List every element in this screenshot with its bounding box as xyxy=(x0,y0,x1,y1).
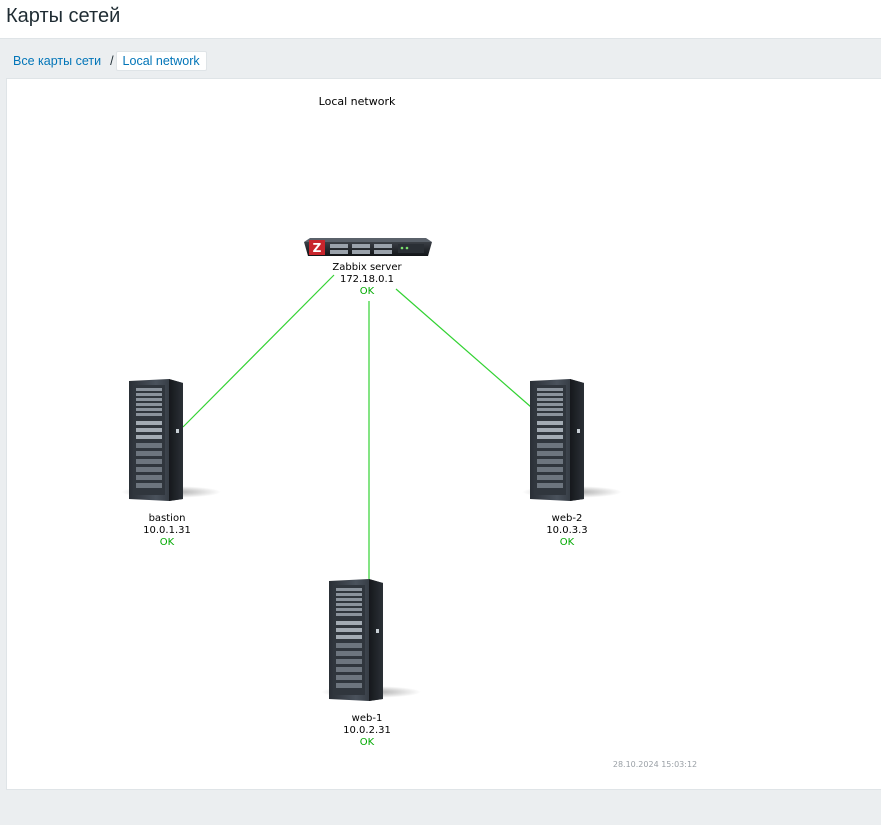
host-status: OK xyxy=(160,537,175,548)
host-ip: 172.18.0.1 xyxy=(340,274,394,285)
map-links xyxy=(182,274,532,579)
page-header: Карты сетей xyxy=(0,0,881,39)
host-name: web-1 xyxy=(352,713,383,724)
tower-server-icon xyxy=(121,379,221,501)
map-timestamp: 28.10.2024 15:03:12 xyxy=(613,760,697,769)
breadcrumb-all-maps-link[interactable]: Все карты сети xyxy=(6,51,108,71)
host-web-1[interactable]: web-1 10.0.2.31 OK xyxy=(321,579,421,748)
breadcrumb: Все карты сети / Local network xyxy=(6,50,207,71)
host-name: bastion xyxy=(149,513,186,524)
link-zabbix-web2[interactable] xyxy=(395,288,532,408)
host-ip: 10.0.1.31 xyxy=(143,525,191,536)
map-canvas: Local network Z Zabbix server 172.18.0.1… xyxy=(121,95,697,769)
tower-server-icon xyxy=(321,579,421,701)
host-name: web-2 xyxy=(552,513,583,524)
rack-server-icon: Z xyxy=(304,238,432,256)
host-status: OK xyxy=(360,737,375,748)
network-map: Local network Z Zabbix server 172.18.0.1… xyxy=(6,78,881,790)
breadcrumb-separator: / xyxy=(110,53,114,68)
tower-server-icon xyxy=(522,379,622,501)
host-status: OK xyxy=(360,286,375,297)
link-zabbix-bastion[interactable] xyxy=(182,274,335,428)
host-web-2[interactable]: web-2 10.0.3.3 OK xyxy=(522,379,622,548)
host-name: Zabbix server xyxy=(332,262,402,273)
breadcrumb-current-map[interactable]: Local network xyxy=(115,50,207,71)
svg-text:Z: Z xyxy=(313,241,322,255)
map-title: Local network xyxy=(319,95,396,108)
host-ip: 10.0.3.3 xyxy=(546,525,587,536)
page-title: Карты сетей xyxy=(6,5,121,27)
host-status: OK xyxy=(560,537,575,548)
host-ip: 10.0.2.31 xyxy=(343,725,391,736)
host-zabbix-server[interactable]: Z Zabbix server 172.18.0.1 OK xyxy=(304,238,432,297)
